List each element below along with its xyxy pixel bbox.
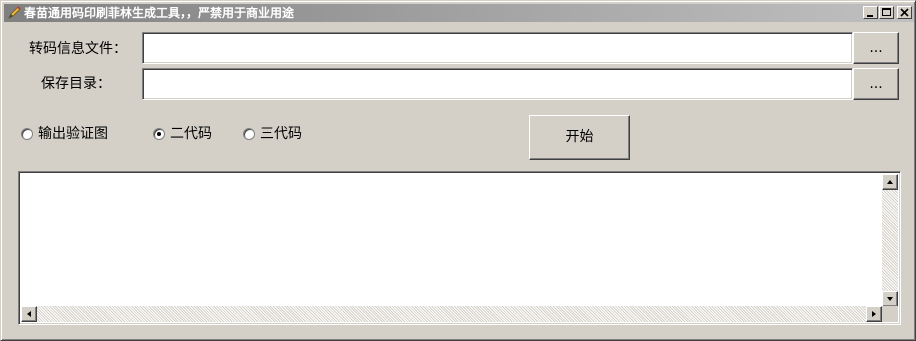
pencil-icon — [6, 5, 22, 21]
scroll-left-button[interactable] — [21, 306, 37, 322]
radio-selected-dot — [157, 132, 161, 136]
second-gen-radio-label: 二代码 — [170, 126, 212, 142]
dir-field[interactable] — [142, 68, 853, 100]
title-bar[interactable]: 春苗通用码印刷菲林生成工具，，严禁用于商业用途 — [4, 4, 914, 22]
verify-radio-circle[interactable] — [21, 128, 33, 140]
file-label: 转码信息文件： — [29, 41, 127, 57]
minimize-button[interactable] — [863, 6, 878, 19]
second-gen-radio-circle[interactable] — [153, 128, 165, 140]
arrow-down-icon — [887, 297, 893, 301]
dir-input[interactable] — [143, 69, 852, 99]
start-button[interactable]: 开始 — [529, 115, 630, 160]
scroll-down-button[interactable] — [882, 291, 898, 307]
file-field[interactable] — [142, 32, 853, 64]
arrow-right-icon — [872, 311, 876, 317]
close-button[interactable] — [897, 6, 912, 19]
file-input[interactable] — [143, 33, 852, 63]
close-icon — [900, 8, 909, 17]
verify-radio-label: 输出验证图 — [38, 126, 108, 142]
dir-label: 保存目录： — [41, 76, 111, 92]
maximize-button[interactable] — [879, 6, 894, 19]
arrow-left-icon — [27, 311, 31, 317]
third-gen-radio[interactable]: 三代码 — [243, 124, 323, 144]
scroll-up-button[interactable] — [882, 174, 898, 190]
scrollbar-corner — [882, 306, 898, 322]
maximize-icon — [882, 8, 891, 16]
vertical-scrollbar[interactable] — [882, 174, 898, 307]
third-gen-radio-label: 三代码 — [260, 126, 302, 142]
scroll-right-button[interactable] — [866, 306, 882, 322]
browse-file-button[interactable]: ... — [853, 32, 899, 64]
horizontal-scrollbar[interactable] — [21, 306, 882, 322]
app-window: 春苗通用码印刷菲林生成工具，，严禁用于商业用途 转码信息文件： ... 保存目录… — [0, 0, 916, 341]
log-textarea[interactable] — [18, 171, 901, 325]
second-gen-radio[interactable]: 二代码 — [153, 124, 233, 144]
browse-dir-button[interactable]: ... — [853, 68, 899, 100]
window-title: 春苗通用码印刷菲林生成工具，，严禁用于商业用途 — [24, 6, 295, 20]
arrow-up-icon — [887, 180, 893, 184]
verify-radio[interactable]: 输出验证图 — [21, 124, 131, 144]
third-gen-radio-circle[interactable] — [243, 128, 255, 140]
minimize-icon — [867, 15, 873, 17]
